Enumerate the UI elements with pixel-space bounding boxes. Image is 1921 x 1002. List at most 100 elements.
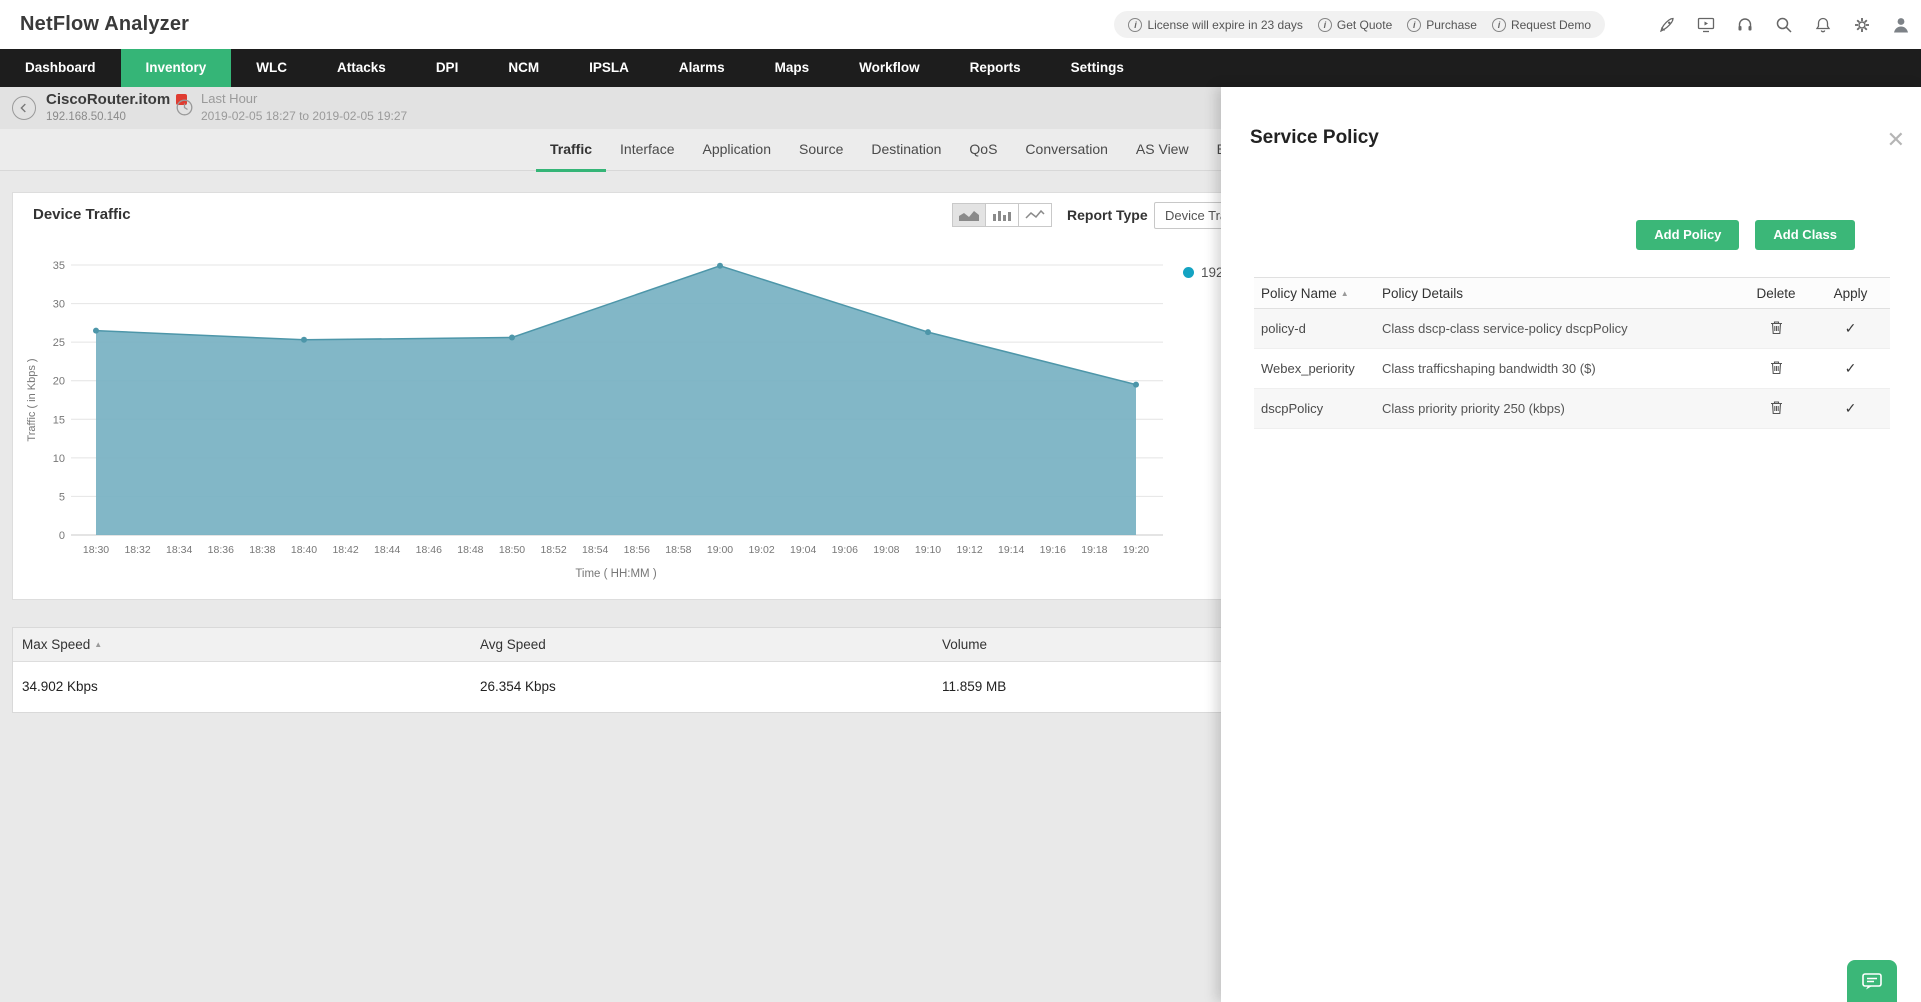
header-delete: Delete (1756, 286, 1796, 301)
nav-item-dashboard[interactable]: Dashboard (0, 49, 121, 87)
time-period-label: Last Hour (201, 91, 258, 106)
svg-text:19:00: 19:00 (707, 544, 733, 556)
svg-text:18:58: 18:58 (665, 544, 691, 556)
service-policy-panel: Service Policy ✕ Add Policy Add Class Po… (1221, 87, 1921, 1002)
tab-application[interactable]: Application (689, 129, 786, 172)
area-chart-icon (959, 211, 979, 221)
cell-avg-speed: 26.354 Kbps (480, 679, 556, 694)
main-nav: Dashboard Inventory WLC Attacks DPI NCM … (0, 49, 1921, 87)
chart-area: 0 5 10 15 20 25 30 35 18:30 18:32 18:34 18:36 18:38 1… (21, 245, 1201, 595)
nav-item-inventory[interactable]: Inventory (120, 49, 232, 87)
nav-item-dpi[interactable]: DPI (411, 49, 484, 87)
alert-circle-icon: i (1128, 17, 1143, 32)
notifications-bell-icon[interactable] (1813, 15, 1833, 35)
svg-text:19:06: 19:06 (832, 544, 858, 556)
device-ip: 192.168.50.140 (46, 111, 126, 123)
apply-policy-check[interactable]: ✓ (1845, 360, 1857, 376)
nav-item-maps[interactable]: Maps (750, 49, 835, 87)
policy-name: policy-d (1261, 321, 1306, 336)
cell-max-speed: 34.902 Kbps (22, 679, 98, 694)
license-notice-bar: i License will expire in 23 days i Get Q… (1114, 11, 1605, 38)
tab-interface[interactable]: Interface (606, 129, 688, 172)
area-chart-button[interactable] (952, 203, 986, 227)
svg-text:25: 25 (53, 337, 65, 349)
apply-policy-check[interactable]: ✓ (1845, 320, 1857, 336)
bar-chart-button[interactable] (985, 203, 1019, 227)
demo-video-icon[interactable] (1696, 15, 1716, 35)
purchase-circle-icon: i (1407, 17, 1422, 32)
svg-text:19:02: 19:02 (748, 544, 774, 556)
add-policy-button[interactable]: Add Policy (1636, 220, 1740, 250)
chart-type-switcher (952, 203, 1052, 227)
svg-text:18:32: 18:32 (124, 544, 150, 556)
tab-destination[interactable]: Destination (857, 129, 955, 172)
delete-policy-button[interactable] (1767, 317, 1786, 341)
delete-policy-button[interactable] (1767, 357, 1786, 381)
device-info: CiscoRouter.itom 192.168.50.140 (46, 91, 188, 123)
line-chart-button[interactable] (1018, 203, 1052, 227)
header-max-speed[interactable]: Max Speed ▲ (13, 628, 480, 662)
panel-button-row: Add Policy Add Class (1636, 220, 1855, 250)
support-headset-icon[interactable] (1735, 15, 1755, 35)
nav-item-wlc[interactable]: WLC (231, 49, 312, 87)
close-icon[interactable]: ✕ (1887, 129, 1905, 151)
tab-traffic[interactable]: Traffic (536, 129, 607, 172)
nav-item-workflow[interactable]: Workflow (834, 49, 945, 87)
svg-text:18:38: 18:38 (249, 544, 275, 556)
nav-item-reports[interactable]: Reports (945, 49, 1046, 87)
svg-text:19:16: 19:16 (1040, 544, 1066, 556)
tab-qos[interactable]: QoS (955, 129, 1011, 172)
svg-text:18:42: 18:42 (332, 544, 358, 556)
delete-policy-button[interactable] (1767, 397, 1786, 421)
purchase-link[interactable]: i Purchase (1407, 17, 1477, 32)
header-policy-details: Policy Details (1382, 286, 1464, 301)
chat-bubble-icon (1862, 972, 1882, 989)
device-traffic-chart: 0 5 10 15 20 25 30 35 18:30 18:32 18:34 18:36 18:38 1… (26, 260, 1163, 580)
trash-icon (1770, 320, 1782, 334)
policy-details: Class priority priority 250 (kbps) (1382, 401, 1565, 416)
purchase-label: Purchase (1426, 17, 1477, 32)
nav-item-alarms[interactable]: Alarms (654, 49, 750, 87)
app-title: NetFlow Analyzer (20, 13, 190, 35)
svg-text:35: 35 (53, 260, 65, 272)
nav-item-settings[interactable]: Settings (1046, 49, 1149, 87)
search-icon[interactable] (1774, 15, 1794, 35)
quote-circle-icon: i (1317, 17, 1332, 32)
tab-conversation[interactable]: Conversation (1011, 129, 1122, 172)
trash-icon (1770, 360, 1782, 374)
get-quote-link[interactable]: i Get Quote (1317, 17, 1392, 32)
svg-text:18:30: 18:30 (83, 544, 109, 556)
sort-caret-icon: ▲ (94, 640, 103, 650)
svg-text:18:54: 18:54 (582, 544, 608, 556)
time-period-selector[interactable]: Last Hour 2019-02-05 18:27 to 2019-02-05… (201, 91, 407, 123)
policy-table: Policy Name ▲ Policy Details Delete Apply… (1254, 277, 1890, 429)
svg-text:10: 10 (53, 453, 65, 465)
live-chat-button[interactable] (1847, 960, 1897, 1002)
clock-icon (176, 99, 193, 121)
top-header: NetFlow Analyzer i License will expire i… (0, 0, 1921, 49)
header-policy-name[interactable]: Policy Name ▲ (1254, 278, 1382, 310)
settings-gear-icon[interactable] (1852, 15, 1872, 35)
add-class-button[interactable]: Add Class (1755, 220, 1855, 250)
request-demo-link[interactable]: i Request Demo (1491, 17, 1591, 32)
svg-text:19:08: 19:08 (873, 544, 899, 556)
svg-text:Traffic ( in Kbps ): Traffic ( in Kbps ) (26, 358, 38, 441)
policy-details: Class trafficshaping bandwidth 30 ($) (1382, 361, 1596, 376)
nav-item-ncm[interactable]: NCM (483, 49, 564, 87)
apply-policy-check[interactable]: ✓ (1845, 400, 1857, 416)
legend-dot (1183, 267, 1194, 278)
nav-item-ipsla[interactable]: IPSLA (564, 49, 654, 87)
time-period-range: 2019-02-05 18:27 to 2019-02-05 19:27 (201, 109, 408, 123)
tab-as-view[interactable]: AS View (1122, 129, 1203, 172)
back-button[interactable] (12, 96, 36, 120)
nav-item-attacks[interactable]: Attacks (312, 49, 411, 87)
user-avatar[interactable] (1891, 15, 1911, 35)
rocket-icon[interactable] (1657, 15, 1677, 35)
policy-row: policy-d Class dscp-class service-policy… (1254, 309, 1890, 349)
netflow-analyzer-screen: NetFlow Analyzer i License will expire i… (0, 0, 1921, 1002)
tab-source[interactable]: Source (785, 129, 857, 172)
svg-text:19:18: 19:18 (1081, 544, 1107, 556)
header-avg-speed[interactable]: Avg Speed (480, 628, 942, 662)
license-expiry-notice[interactable]: i License will expire in 23 days (1128, 17, 1303, 32)
policy-details: Class dscp-class service-policy dscpPoli… (1382, 321, 1628, 336)
